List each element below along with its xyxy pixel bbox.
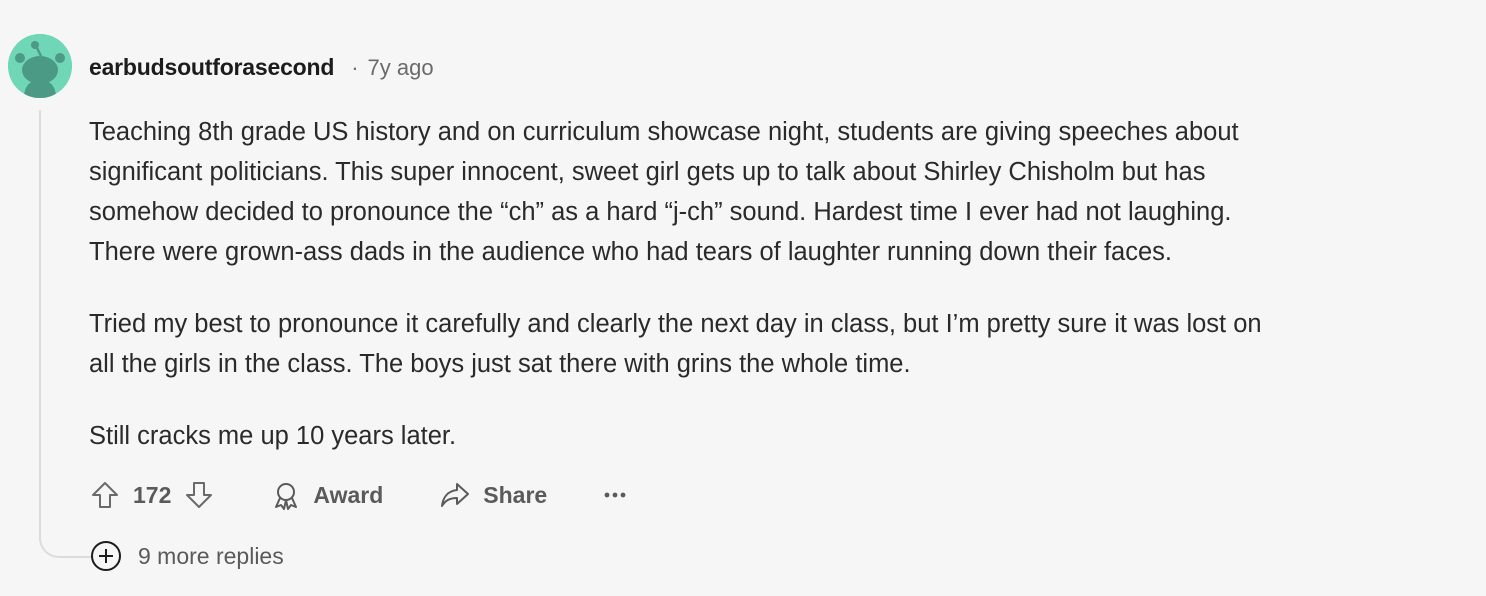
ellipsis-icon <box>604 492 626 498</box>
snoo-avatar-icon <box>8 34 72 98</box>
comment-body: Teaching 8th grade US history and on cur… <box>89 112 1459 488</box>
share-label: Share <box>483 481 548 508</box>
thread-connector <box>39 520 91 558</box>
share-button[interactable]: Share <box>439 480 547 510</box>
vote-score: 172 <box>133 481 172 508</box>
award-ribbon-icon <box>275 483 298 510</box>
more-replies-button[interactable]: 9 more replies <box>90 540 284 572</box>
more-replies-label: 9 more replies <box>138 542 284 569</box>
comment-timestamp[interactable]: 7y ago <box>368 55 434 81</box>
comment-action-bar: 172 Award Share <box>89 474 627 516</box>
share-arrow-icon <box>441 483 470 507</box>
author-username[interactable]: earbudsoutforasecond <box>89 54 334 81</box>
arrow-up-icon <box>92 482 118 508</box>
more-options-button[interactable] <box>603 479 627 511</box>
vote-controls: 172 <box>89 479 215 511</box>
award-button[interactable]: Award <box>271 480 383 510</box>
thread-line[interactable] <box>39 110 41 540</box>
downvote-button[interactable] <box>183 479 215 511</box>
plus-circle-icon <box>91 541 121 571</box>
meta-separator: · <box>351 54 359 80</box>
avatar[interactable] <box>8 34 72 98</box>
award-label: Award <box>313 481 384 508</box>
comment-paragraph: Still cracks me up 10 years later. <box>89 422 457 450</box>
arrow-down-icon <box>186 482 213 508</box>
comment-paragraph: Tried my best to pronounce it carefully … <box>89 310 1262 378</box>
comment-meta: earbudsoutforasecond · 7y ago <box>89 54 434 81</box>
comment-paragraph: Teaching 8th grade US history and on cur… <box>89 118 1239 266</box>
upvote-button[interactable] <box>89 479 121 511</box>
